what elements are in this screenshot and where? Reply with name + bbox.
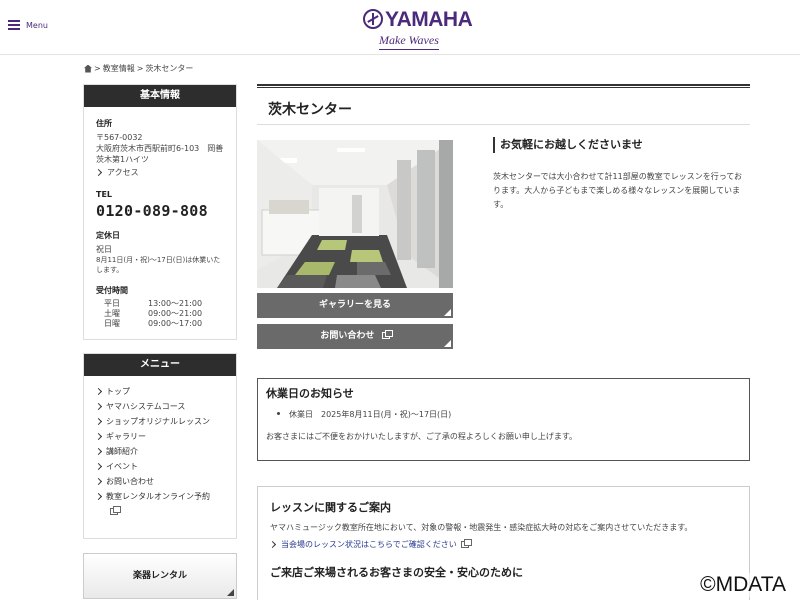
chevron-right-icon — [94, 477, 103, 486]
breadcrumb-classroom-info[interactable]: 教室情報 — [103, 63, 135, 74]
hours-day: 平日 — [104, 299, 120, 308]
notice-text: お客さまにはご不便をおかけいたしますが、ご了承の程よろしくお願い申し上げます。 — [266, 432, 578, 441]
chevron-right-icon — [268, 540, 277, 549]
notice-item: 休業日 2025年8月11日(月・祝)〜17日(日) — [266, 409, 741, 420]
logo-tagline: Make Waves — [379, 33, 439, 50]
menu-item-label: イベント — [106, 462, 138, 471]
external-link-icon — [460, 539, 472, 548]
safety-heading: ご来店ご来場されるお客さまの安全・安心のために — [270, 566, 523, 579]
hours-time: 09:00〜21:00 — [148, 309, 203, 318]
welcome-heading: お気軽にお越しくださいませ — [493, 137, 643, 153]
notice-title: 休業日のお知らせ — [266, 387, 354, 400]
holiday-note: 8月11日(月・祝)〜17日(日)は休業いたします。 — [96, 256, 221, 274]
postal-code: 〒567-0032 — [96, 133, 143, 142]
contact-button[interactable]: お問い合わせ — [257, 324, 453, 349]
external-link-icon — [381, 330, 393, 339]
tel-label: TEL — [96, 190, 113, 199]
hours-table: 平日 13:00〜21:00 土曜 09:00〜21:00 日曜 09:00〜1… — [96, 299, 224, 329]
menu-list: トップ ヤマハシステムコース ショップオリジナルレッスン ギャラリー 講師紹介 … — [84, 376, 236, 519]
hamburger-icon — [8, 20, 20, 30]
gallery-button[interactable]: ギャラリーを見る — [257, 293, 453, 318]
instrument-rental-button[interactable]: 楽器レンタル — [83, 553, 237, 599]
access-label: アクセス — [107, 168, 139, 177]
home-icon[interactable] — [84, 64, 92, 73]
holiday-text: 祝日 — [96, 245, 112, 254]
chevron-right-icon — [94, 447, 103, 456]
hours-label: 受付時間 — [96, 286, 128, 295]
hours-day: 日曜 — [104, 319, 120, 328]
chevron-right-icon — [94, 462, 103, 471]
menu-item-label: トップ — [106, 387, 130, 396]
menu-label: Menu — [26, 20, 48, 30]
title-divider — [257, 124, 750, 125]
menu-item-gallery[interactable]: ギャラリー — [94, 429, 224, 444]
menu-item-label: 教室レンタルオンライン予約 — [106, 492, 210, 501]
menu-item-shop-lessons[interactable]: ショップオリジナルレッスン — [94, 414, 224, 429]
chevron-right-icon — [94, 402, 103, 411]
contact-button-label: お問い合わせ — [320, 331, 375, 341]
address-text: 大阪府茨木市西駅前町6-103 岡善茨木第1ハイツ — [96, 144, 224, 164]
watermark: ©MDATA — [698, 573, 788, 597]
basic-info-heading: 基本情報 — [84, 85, 236, 107]
closure-notice: 休業日のお知らせ 休業日 2025年8月11日(月・祝)〜17日(日) お客さま… — [257, 378, 750, 461]
title-top-rule — [257, 84, 750, 88]
menu-item-label: ショップオリジナルレッスン — [106, 417, 210, 426]
breadcrumb-separator: > — [94, 64, 101, 73]
corner-arrow-icon — [444, 309, 451, 316]
menu-button[interactable]: Menu — [8, 20, 48, 30]
breadcrumb-separator: > — [136, 64, 144, 73]
menu-item-label: お問い合わせ — [106, 477, 154, 486]
menu-panel: メニュー トップ ヤマハシステムコース ショップオリジナルレッスン ギャラリー … — [83, 353, 237, 539]
breadcrumb: > 教室情報 > 茨木センター — [84, 63, 193, 74]
holiday-label: 定休日 — [96, 231, 120, 240]
lesson-status-link[interactable]: 当会場のレッスン状況はこちらでご確認ください — [268, 539, 737, 550]
menu-item-room-rental[interactable]: 教室レンタルオンライン予約 — [94, 489, 224, 519]
hours-time: 09:00〜17:00 — [148, 319, 203, 328]
chevron-right-icon — [94, 417, 103, 426]
breadcrumb-current: 茨木センター — [145, 64, 194, 73]
yamaha-logo[interactable]: YAMAHA Make Waves — [363, 8, 473, 50]
menu-item-contact[interactable]: お問い合わせ — [94, 474, 224, 489]
address-label: 住所 — [96, 119, 112, 128]
welcome-text: 茨木センターでは大小合わせて計11部屋の教室でレッスンを行っております。大人から… — [493, 172, 743, 209]
lesson-status-link-label: 当会場のレッスン状況はこちらでご確認ください — [281, 540, 457, 549]
chevron-right-icon — [94, 432, 103, 441]
lesson-info-text: ヤマハミュージック教室所在地において、対象の警報・地震発生・感染症拡大時の対応を… — [270, 523, 693, 532]
menu-heading: メニュー — [84, 354, 236, 376]
menu-item-label: ギャラリー — [106, 432, 146, 441]
logo-text: YAMAHA — [385, 8, 473, 31]
site-header: Menu YAMAHA Make Waves — [0, 0, 800, 55]
classroom-photo — [257, 140, 453, 288]
menu-item-label: ヤマハシステムコース — [106, 402, 186, 411]
hallway-image — [257, 140, 453, 288]
hours-day: 土曜 — [104, 309, 120, 318]
external-link-icon — [110, 506, 121, 515]
tuning-fork-emblem-icon — [363, 9, 383, 29]
tel-number[interactable]: 0120-089-808 — [96, 202, 224, 220]
chevron-right-icon — [94, 492, 103, 501]
menu-item-top[interactable]: トップ — [94, 384, 224, 399]
hours-time: 13:00〜21:00 — [148, 299, 203, 308]
menu-item-system-course[interactable]: ヤマハシステムコース — [94, 399, 224, 414]
menu-item-instructors[interactable]: 講師紹介 — [94, 444, 224, 459]
instrument-rental-label: 楽器レンタル — [132, 571, 187, 581]
menu-item-label: 講師紹介 — [106, 447, 138, 456]
chevron-right-icon — [94, 387, 103, 396]
page-title: 茨木センター — [268, 102, 352, 118]
corner-arrow-icon — [227, 589, 234, 596]
basic-info-panel: 基本情報 住所 〒567-0032 大阪府茨木市西駅前町6-103 岡善茨木第1… — [83, 84, 237, 340]
chevron-right-icon — [94, 168, 103, 177]
menu-item-events[interactable]: イベント — [94, 459, 224, 474]
corner-arrow-icon — [444, 340, 451, 347]
lesson-info-box: レッスンに関するご案内 ヤマハミュージック教室所在地において、対象の警報・地震発… — [257, 486, 750, 600]
access-link[interactable]: アクセス — [94, 167, 224, 178]
gallery-button-label: ギャラリーを見る — [318, 300, 391, 310]
lesson-info-title: レッスンに関するご案内 — [270, 501, 391, 514]
